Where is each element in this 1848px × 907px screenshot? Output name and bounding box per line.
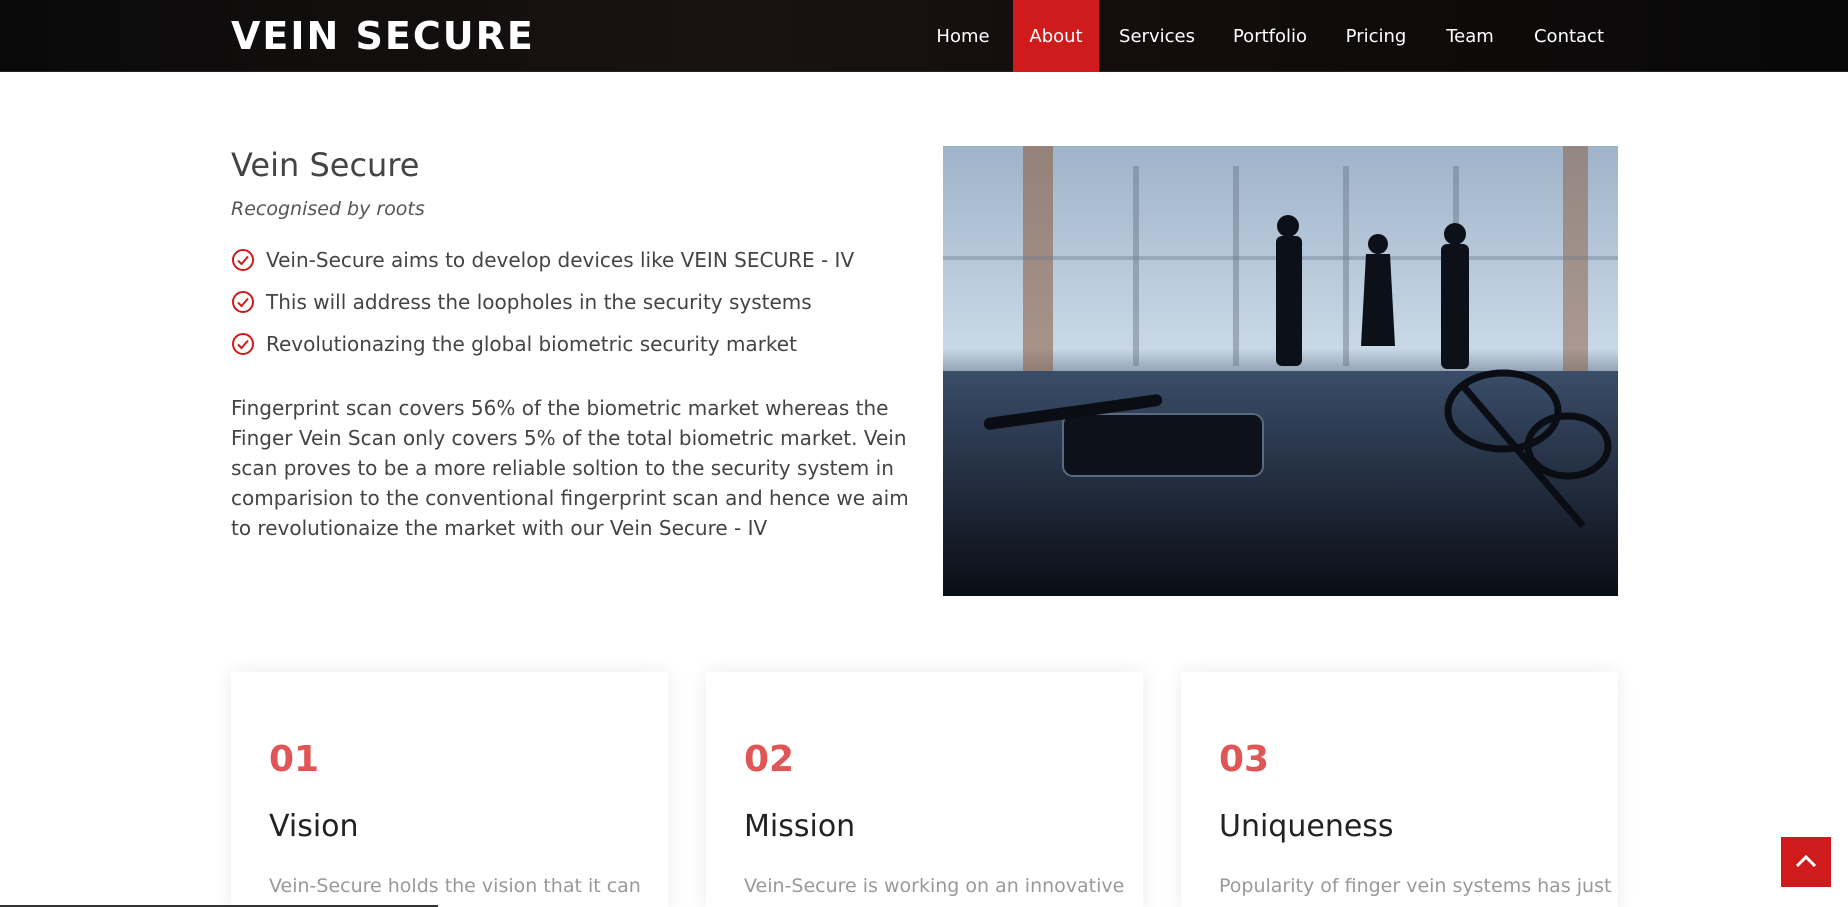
check-circle-icon bbox=[232, 333, 254, 355]
card-title: Mission bbox=[744, 809, 856, 844]
card-text: Vein-Secure is working on an innovative bbox=[744, 875, 1125, 897]
about-paragraph: Fingerprint scan covers 56% of the biome… bbox=[231, 396, 909, 540]
nav-portfolio[interactable]: Portfolio bbox=[1226, 0, 1314, 72]
about-checklist: Vein-Secure aims to develop devices like… bbox=[231, 245, 871, 371]
checklist-item: Revolutionazing the global biometric sec… bbox=[231, 329, 871, 371]
card-text: Popularity of finger vein systems has ju… bbox=[1219, 875, 1612, 897]
nav-pricing[interactable]: Pricing bbox=[1339, 0, 1413, 72]
about-photo bbox=[943, 146, 1618, 596]
about-title: Vein Secure bbox=[231, 146, 420, 184]
main-nav: Home About Services Portfolio Pricing Te… bbox=[0, 0, 1848, 72]
feature-card-uniqueness: 03 Uniqueness Popularity of finger vein … bbox=[1181, 672, 1618, 907]
checklist-item: This will address the loopholes in the s… bbox=[231, 287, 871, 329]
card-title: Vision bbox=[269, 809, 359, 844]
about-tagline: Recognised by roots bbox=[231, 198, 425, 220]
checklist-text: Revolutionazing the global biometric sec… bbox=[266, 332, 797, 356]
nav-team[interactable]: Team bbox=[1438, 0, 1502, 72]
feature-card-vision: 01 Vision Vein-Secure holds the vision t… bbox=[231, 672, 668, 907]
card-number: 01 bbox=[269, 739, 320, 780]
card-text: Vein-Secure holds the vision that it can bbox=[269, 875, 641, 897]
checklist-item: Vein-Secure aims to develop devices like… bbox=[231, 245, 871, 287]
feature-card-mission: 02 Mission Vein-Secure is working on an … bbox=[706, 672, 1143, 907]
nav-home[interactable]: Home bbox=[925, 0, 1001, 72]
card-title: Uniqueness bbox=[1219, 809, 1394, 844]
back-to-top-button[interactable] bbox=[1781, 837, 1831, 887]
chevron-up-icon bbox=[1795, 854, 1817, 868]
nav-about[interactable]: About bbox=[1013, 0, 1099, 72]
nav-contact[interactable]: Contact bbox=[1527, 0, 1611, 72]
check-circle-icon bbox=[232, 249, 254, 271]
card-number: 03 bbox=[1219, 739, 1270, 780]
checklist-text: Vein-Secure aims to develop devices like… bbox=[266, 248, 855, 272]
check-circle-icon bbox=[232, 291, 254, 313]
card-number: 02 bbox=[744, 739, 795, 780]
nav-services[interactable]: Services bbox=[1112, 0, 1202, 72]
business-silhouette-image bbox=[943, 146, 1618, 596]
site-header: VEIN SECURE Home About Services Portfoli… bbox=[0, 0, 1848, 72]
checklist-text: This will address the loopholes in the s… bbox=[266, 290, 812, 314]
